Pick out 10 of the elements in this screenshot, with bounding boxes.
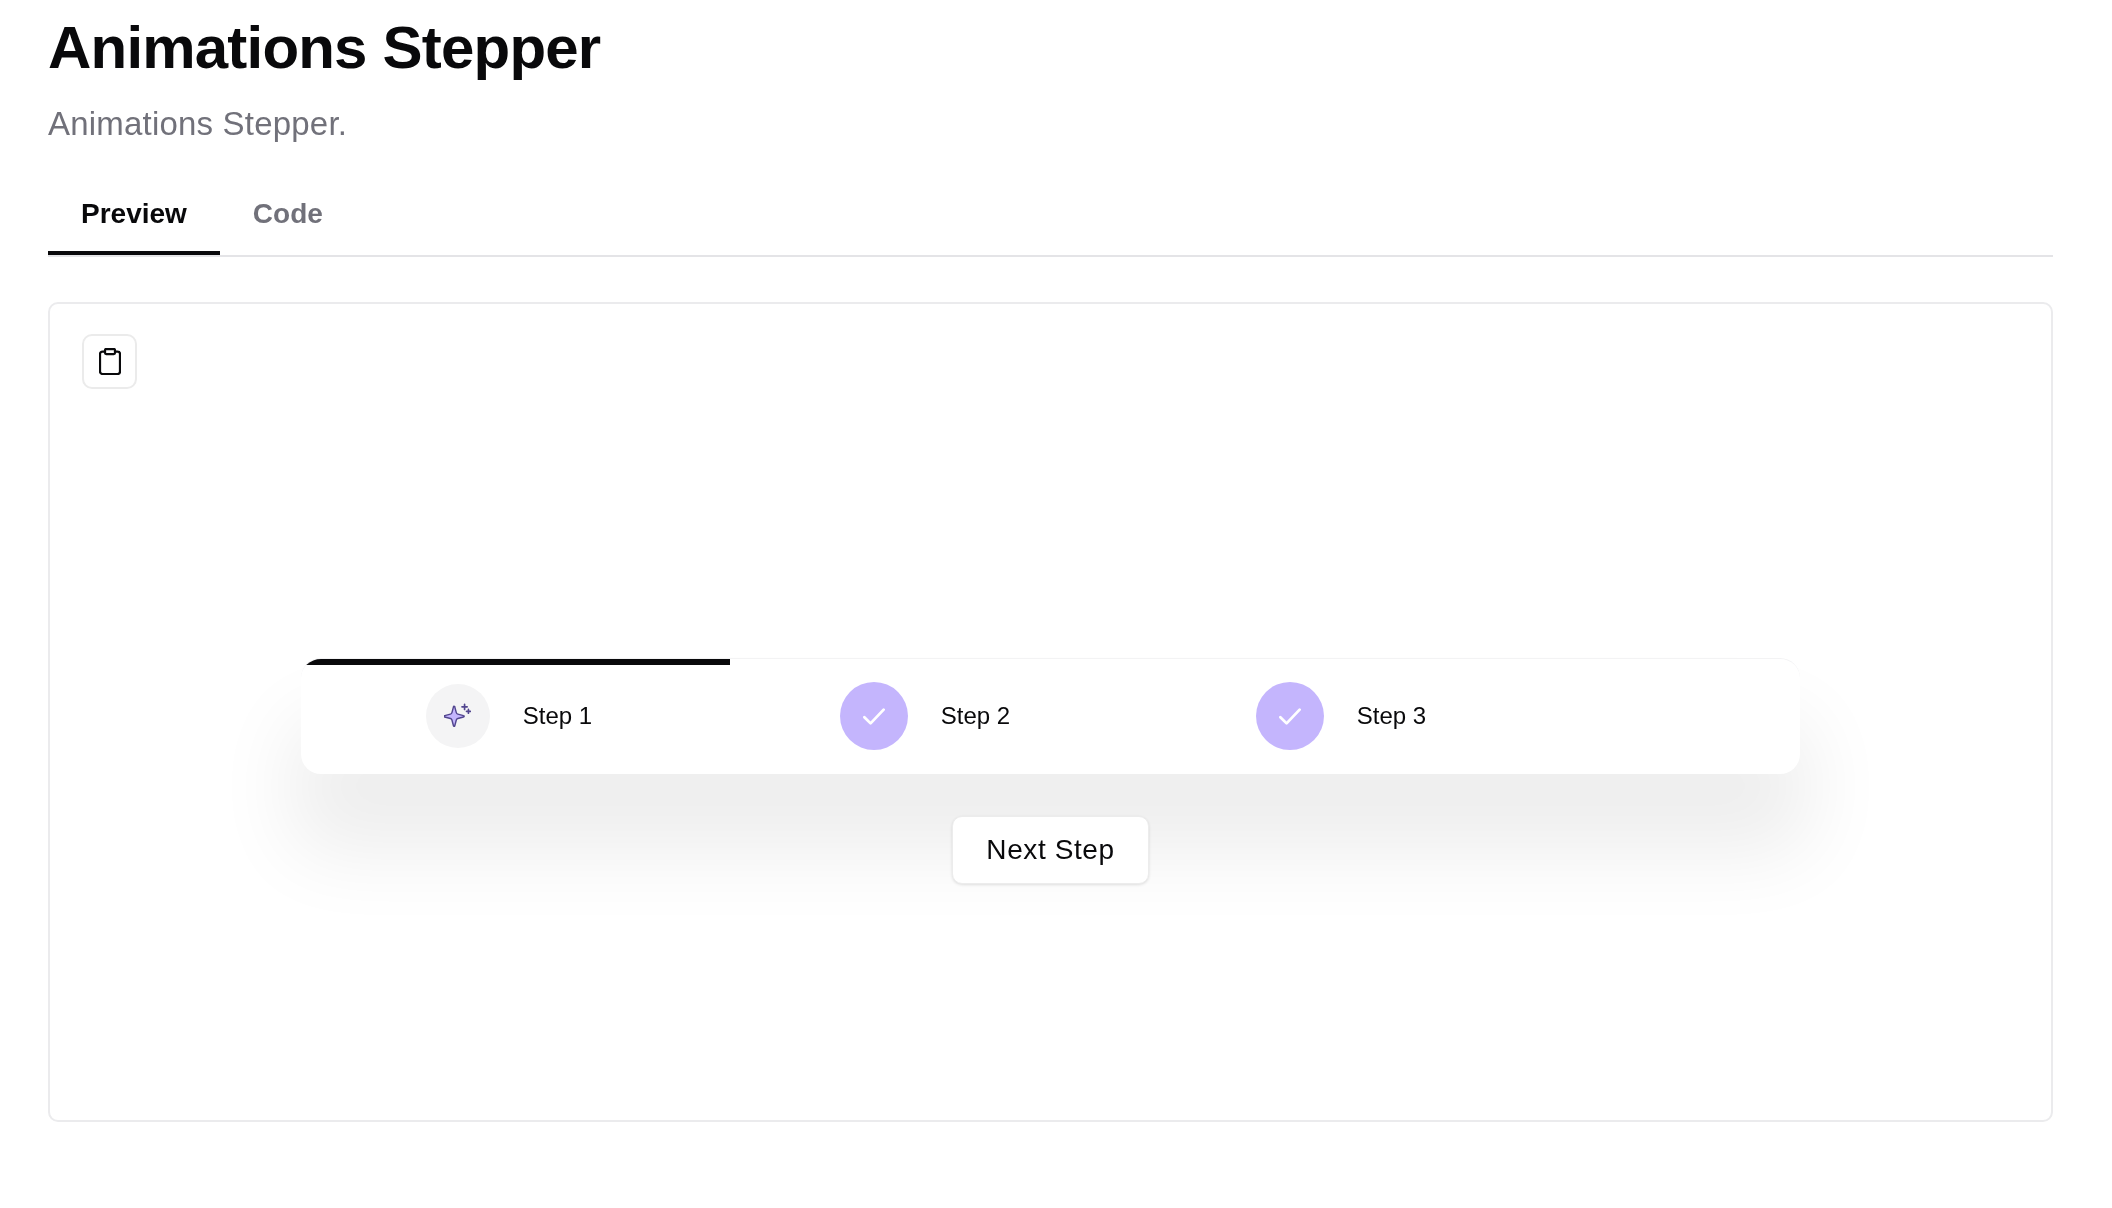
page-title: Animations Stepper bbox=[48, 13, 601, 83]
tab[interactable]: Code bbox=[219, 178, 356, 255]
step-label: Step 3 bbox=[1356, 701, 1427, 731]
step-label: Step 1 bbox=[522, 701, 593, 731]
copy-button[interactable] bbox=[82, 334, 137, 389]
step-label: Step 2 bbox=[940, 701, 1011, 731]
clipboard-icon bbox=[98, 348, 121, 375]
page-description: Animations Stepper. bbox=[48, 104, 348, 144]
next-step-button[interactable]: Next Step bbox=[952, 816, 1149, 884]
tab[interactable]: Preview bbox=[48, 178, 220, 255]
